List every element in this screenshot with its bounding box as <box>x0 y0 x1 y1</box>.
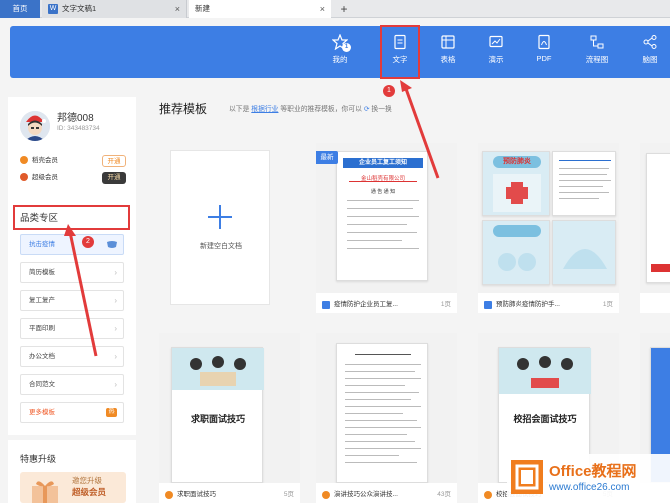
annotation-number-1: 1 <box>383 85 395 97</box>
watermark-url: www.office26.com <box>549 482 630 493</box>
office-logo-icon <box>511 460 543 494</box>
watermark: Office教程网 www.office26.com <box>507 454 670 503</box>
arrow-head-icon <box>400 80 412 92</box>
annotation-arrows <box>64 80 440 357</box>
arrow-head-icon <box>64 224 76 236</box>
annotation-number-2: 2 <box>82 236 94 248</box>
watermark-brand: Office教程网 <box>549 463 637 480</box>
